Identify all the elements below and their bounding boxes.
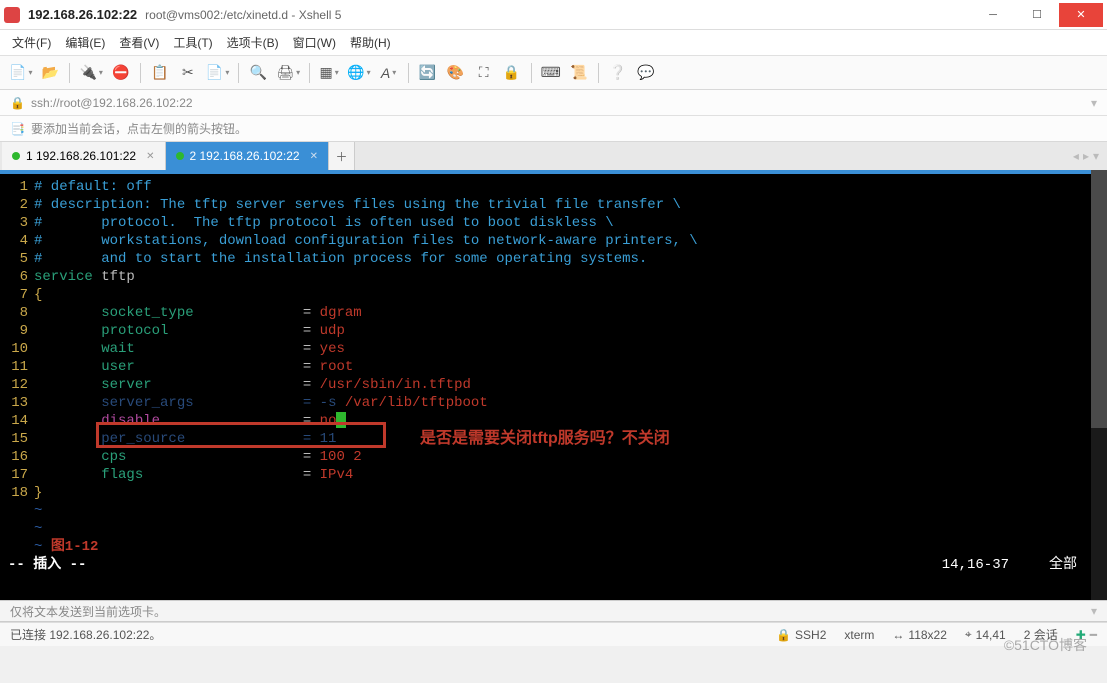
send-hint-text: 仅将文本发送到当前选项卡。 <box>10 603 166 620</box>
app-icon <box>4 7 20 23</box>
reconnect-button[interactable]: 🔌 <box>78 62 103 84</box>
tab-nav: ◂ ▸ ▾ <box>1065 142 1107 170</box>
status-dot-icon <box>12 152 20 160</box>
menu-file[interactable]: 文件(F) <box>12 34 51 51</box>
tab-menu-icon[interactable]: ▾ <box>1093 149 1099 163</box>
code-line: 17 flags = IPv4 <box>4 466 1107 484</box>
address-bar: 🔒 ssh://root@192.168.26.102:22 ▾ <box>0 90 1107 116</box>
status-proto: SSH2 <box>795 628 826 642</box>
code-line: 10 wait = yes <box>4 340 1107 358</box>
menu-help[interactable]: 帮助(H) <box>350 34 391 51</box>
status-connection: 已连接 192.168.26.102:22。 <box>10 626 161 643</box>
status-bar: 已连接 192.168.26.102:22。 🔒 SSH2 xterm ↔ 118x… <box>0 622 1107 646</box>
code-line: 2# description: The tftp server serves f… <box>4 196 1107 214</box>
bookmark-icon[interactable]: 📑 <box>10 122 25 136</box>
code-line: 12 server = /usr/sbin/in.tftpd <box>4 376 1107 394</box>
new-session-button[interactable]: 📄 <box>8 62 33 84</box>
help-button[interactable]: ❔ <box>607 62 629 84</box>
address-url[interactable]: ssh://root@192.168.26.102:22 <box>31 96 193 110</box>
lock-icon: 🔒 <box>776 628 791 642</box>
script-button[interactable]: 📜 <box>568 62 590 84</box>
titlebar: 192.168.26.102:22 root@vms002:/etc/xinet… <box>0 0 1107 30</box>
menu-tools[interactable]: 工具(T) <box>173 34 212 51</box>
title-ip: 192.168.26.102:22 <box>28 7 137 22</box>
color-button[interactable]: 🎨 <box>445 62 467 84</box>
refresh-button[interactable]: 🔄 <box>417 62 439 84</box>
status-dot-icon <box>176 152 184 160</box>
resize-icon: ↔ <box>892 628 904 642</box>
watermark: ©51CTO博客 <box>1004 635 1087 655</box>
terminal-scrollbar[interactable] <box>1091 170 1107 600</box>
hint-bar: 📑 要添加当前会话，点击左侧的箭头按钮。 <box>0 116 1107 142</box>
send-hint-dropdown-icon[interactable]: ▾ <box>1091 604 1097 618</box>
status-cursor: 14,41 <box>976 628 1006 642</box>
code-line: 4# workstations, download configuration … <box>4 232 1107 250</box>
close-button[interactable]: ✕ <box>1059 3 1103 27</box>
find-button[interactable]: 🔍 <box>247 62 269 84</box>
code-line: 11 user = root <box>4 358 1107 376</box>
code-line: 9 protocol = udp <box>4 322 1107 340</box>
terminal-wrap: 1# default: off2# description: The tftp … <box>0 170 1107 600</box>
tilde-line: ~ <box>4 502 1107 520</box>
cursor-icon: ⌖ <box>965 627 972 642</box>
code-line: 3# protocol. The tftp protocol is often … <box>4 214 1107 232</box>
menu-view[interactable]: 查看(V) <box>119 34 159 51</box>
status-size: 118x22 <box>908 628 946 642</box>
terminal[interactable]: 1# default: off2# description: The tftp … <box>0 170 1107 600</box>
font-button[interactable]: A <box>378 62 400 84</box>
annotation-text: 是否是需要关闭tftp服务吗？不关闭 <box>420 424 670 448</box>
menu-tabs[interactable]: 选项卡(B) <box>227 34 279 51</box>
menubar: 文件(F) 编辑(E) 查看(V) 工具(T) 选项卡(B) 窗口(W) 帮助(… <box>0 30 1107 56</box>
session-tab-1[interactable]: 1 192.168.26.101:22 ✕ <box>2 142 166 170</box>
code-line: 6service tftp <box>4 268 1107 286</box>
disconnect-button[interactable]: ⛔ <box>110 62 132 84</box>
menu-window[interactable]: 窗口(W) <box>293 34 336 51</box>
title-path: root@vms002:/etc/xinetd.d - Xshell 5 <box>145 8 341 22</box>
keypad-button[interactable]: ⌨ <box>540 62 562 84</box>
code-line: 8 socket_type = dgram <box>4 304 1107 322</box>
tab-bar: 1 192.168.26.101:22 ✕ 2 192.168.26.102:2… <box>0 142 1107 170</box>
tilde-line: ~ <box>4 520 1107 538</box>
properties-button[interactable]: 📋 <box>149 62 171 84</box>
open-button[interactable]: 📂 <box>39 62 61 84</box>
tab-label: 1 192.168.26.101:22 <box>26 149 136 163</box>
copy-button[interactable]: ✂ <box>177 62 199 84</box>
session-tab-2[interactable]: 2 192.168.26.102:22 ✕ <box>166 142 330 170</box>
close-tab-icon[interactable]: ✕ <box>310 151 318 162</box>
lock-button[interactable]: 🔒 <box>501 62 523 84</box>
code-line: 1# default: off <box>4 178 1107 196</box>
minimize-button[interactable]: ─ <box>971 3 1015 27</box>
hint-text: 要添加当前会话，点击左侧的箭头按钮。 <box>31 120 247 137</box>
minus-icon[interactable]: ━ <box>1090 628 1097 642</box>
status-term: xterm <box>844 628 874 642</box>
code-line: 7{ <box>4 286 1107 304</box>
code-line: 5# and to start the installation process… <box>4 250 1107 268</box>
layout-button[interactable]: ▦ <box>318 62 340 84</box>
tilde-line: ~ 图1-12 <box>4 538 1107 556</box>
vim-status-line: -- 插入 --14,16-37全部 <box>4 556 1107 574</box>
tab-next-icon[interactable]: ▸ <box>1083 149 1089 163</box>
code-line: 13 server_args = -s /var/lib/tftpboot <box>4 394 1107 412</box>
tab-label: 2 192.168.26.102:22 <box>190 149 300 163</box>
toolbar: 📄 📂 🔌 ⛔ 📋 ✂ 📄 🔍 🖨 ▦ 🌐 A 🔄 🎨 ⛶ 🔒 ⌨ 📜 ❔ 💬 <box>0 56 1107 90</box>
add-tab-button[interactable]: ＋ <box>329 142 355 170</box>
maximize-button[interactable]: ☐ <box>1015 3 1059 27</box>
fullscreen-button[interactable]: ⛶ <box>473 62 495 84</box>
send-hint: 仅将文本发送到当前选项卡。 ▾ <box>0 600 1107 622</box>
tab-prev-icon[interactable]: ◂ <box>1073 149 1079 163</box>
print-button[interactable]: 🖨 <box>275 62 301 84</box>
code-line: 16 cps = 100 2 <box>4 448 1107 466</box>
dropdown-icon[interactable]: ▾ <box>1091 96 1097 110</box>
encoding-button[interactable]: 🌐 <box>346 62 371 84</box>
chat-button[interactable]: 💬 <box>635 62 657 84</box>
code-line: 18} <box>4 484 1107 502</box>
menu-edit[interactable]: 编辑(E) <box>65 34 105 51</box>
paste-button[interactable]: 📄 <box>205 62 230 84</box>
close-tab-icon[interactable]: ✕ <box>146 151 154 162</box>
lock-icon: 🔒 <box>10 96 25 110</box>
